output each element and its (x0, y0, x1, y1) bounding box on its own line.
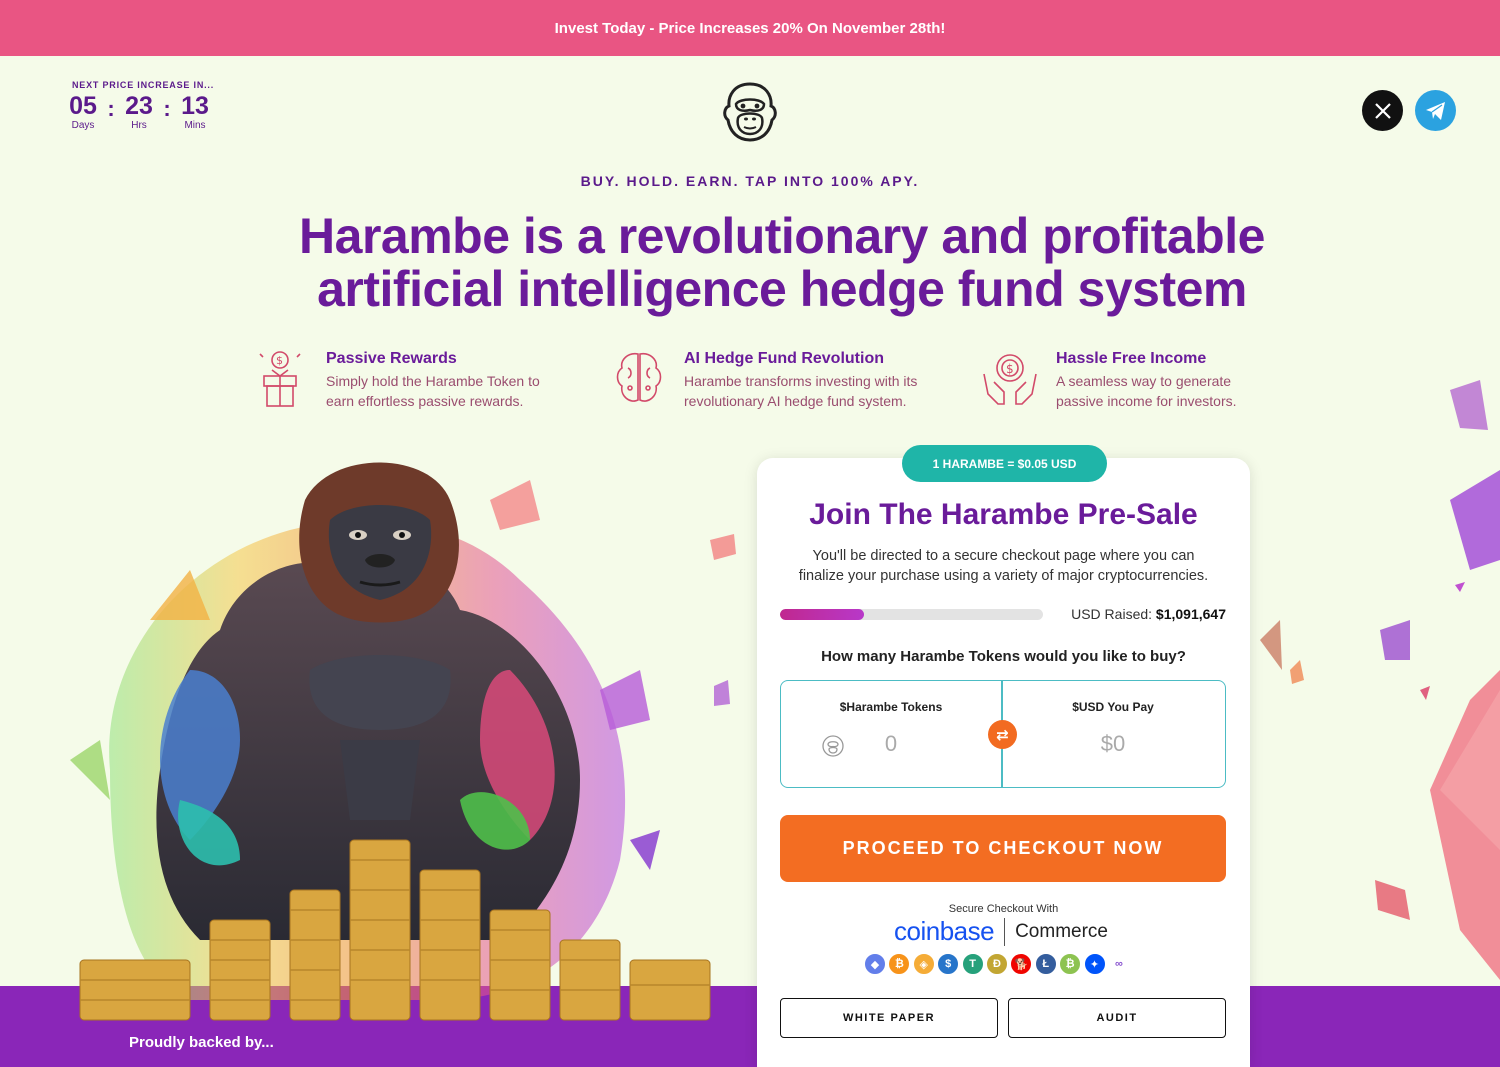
usdc-icon: $ (937, 953, 960, 975)
feature-desc-line: Simply hold the Harambe Token to (326, 373, 540, 389)
svg-text:$: $ (1006, 362, 1014, 376)
hands-coin-icon: $ (980, 348, 1040, 408)
dai-icon: ◈ (912, 953, 935, 975)
countdown-hours-value: 23 (125, 92, 153, 120)
litecoin-icon: Ł (1034, 953, 1057, 975)
logo-divider (1004, 917, 1006, 946)
usd-input[interactable]: $0 (1003, 731, 1223, 757)
coinbase-commerce-logo: coinbase Commerce (894, 916, 1108, 947)
feature-desc-line: revolutionary AI hedge fund system. (684, 393, 907, 409)
countdown-label: NEXT PRICE INCREASE IN... (72, 80, 215, 90)
feature-desc-line: earn effortless passive rewards. (326, 393, 524, 409)
tether-icon: T (961, 953, 984, 975)
presale-description: You'll be directed to a secure checkout … (798, 548, 1209, 584)
gorilla-logo-icon[interactable] (720, 80, 780, 144)
countdown-hours-label: Hrs (131, 120, 147, 131)
feature-desc: Simply hold the Harambe Token to earn ef… (326, 371, 540, 411)
token-price-badge: 1 HARAMBE = $0.05 USD (902, 445, 1107, 482)
bitcoin-icon: ₿ (888, 953, 911, 975)
feature-desc: Harambe transforms investing with its re… (684, 371, 917, 411)
countdown-days-label: Days (71, 120, 95, 131)
gift-dollar-icon: $ (254, 348, 310, 408)
crystal-decoration-icon (1260, 380, 1500, 980)
usd-raised-value: $1,091,647 (1155, 606, 1226, 622)
shiba-inu-icon: 🐕 (1010, 953, 1033, 975)
feature-title: AI Hedge Fund Revolution (684, 350, 884, 367)
countdown-days-value: 05 (69, 92, 97, 120)
countdown-mins-value: 13 (181, 92, 209, 120)
white-paper-button[interactable]: WHITE PAPER (780, 998, 998, 1038)
feature-desc-line: Harambe transforms investing with its (684, 373, 918, 389)
coinbase-wordmark: coinbase (894, 916, 995, 946)
payment-coins: ◆ ₿ ◈ $ T Ð 🐕 Ł ₿ ✦ ∞ (864, 953, 1132, 975)
countdown-separator: : (163, 96, 171, 121)
token-amount-question: How many Harambe Tokens would you like t… (821, 648, 1186, 665)
ethereum-icon: ◆ (864, 953, 886, 975)
raise-progress-fill (780, 609, 865, 620)
price-countdown: NEXT PRICE INCREASE IN... 05 Days : 23 H… (62, 80, 222, 131)
feature-desc-line: passive income for investors. (1056, 393, 1237, 409)
tokens-field[interactable]: $Harambe Tokens 0 (781, 681, 1001, 787)
countdown-hours: 23 Hrs (118, 92, 160, 131)
apecoin-icon: ✦ (1083, 953, 1106, 975)
commerce-wordmark: Commerce (1015, 920, 1108, 942)
countdown-separator: : (107, 96, 115, 121)
usd-field-label: $USD You Pay (1072, 700, 1154, 714)
tagline: BUY. HOLD. EARN. TAP INTO 100% APY. (580, 173, 920, 189)
feature-desc: A seamless way to generate passive incom… (1056, 371, 1237, 411)
feature-desc-line: A seamless way to generate (1056, 373, 1232, 389)
usd-raised: USD Raised: $1,091,647 (1050, 606, 1226, 622)
tokens-field-label: $Harambe Tokens (839, 700, 943, 714)
secure-checkout-label: Secure Checkout With (948, 903, 1059, 915)
page-title: Harambe is a revolutionary and profitabl… (299, 208, 1265, 317)
feature-title: Hassle Free Income (1056, 350, 1207, 367)
countdown-days: 05 Days (62, 92, 104, 131)
presale-title: Join The Harambe Pre-Sale (809, 498, 1198, 531)
usd-raised-label: USD Raised: (1071, 606, 1153, 622)
tokens-input[interactable]: 0 (781, 731, 1001, 757)
telegram-icon[interactable] (1415, 90, 1456, 131)
x-icon[interactable] (1362, 90, 1403, 131)
feature-ai-hedge-fund: AI Hedge Fund Revolution Harambe transfo… (612, 348, 917, 411)
brain-circuit-icon (612, 348, 668, 408)
dogecoin-icon: Ð (985, 953, 1008, 975)
chainlink-icon: ∞ (1107, 953, 1130, 975)
svg-text:$: $ (276, 354, 283, 367)
hero-gorilla-illustration (70, 462, 711, 1021)
feature-title: Passive Rewards (326, 350, 457, 367)
countdown-mins-label: Mins (184, 120, 206, 131)
usd-field[interactable]: $USD You Pay $0 (1003, 681, 1223, 787)
backed-by-label: Proudly backed by... (129, 1034, 274, 1051)
feature-hassle-free-income: $ Hassle Free Income A seamless way to g… (980, 348, 1237, 411)
promo-banner: Invest Today - Price Increases 20% On No… (0, 0, 1500, 56)
bitcoin-cash-icon: ₿ (1059, 953, 1082, 975)
swap-icon[interactable]: ⇄ (988, 720, 1017, 749)
checkout-button[interactable]: PROCEED TO CHECKOUT NOW (780, 815, 1226, 882)
audit-button[interactable]: AUDIT (1008, 998, 1226, 1038)
countdown-mins: 13 Mins (174, 92, 216, 131)
promo-banner-text: Invest Today - Price Increases 20% On No… (554, 19, 946, 37)
feature-passive-rewards: $ Passive Rewards Simply hold the Haramb… (254, 348, 540, 411)
raise-progress-bar (780, 609, 1043, 620)
